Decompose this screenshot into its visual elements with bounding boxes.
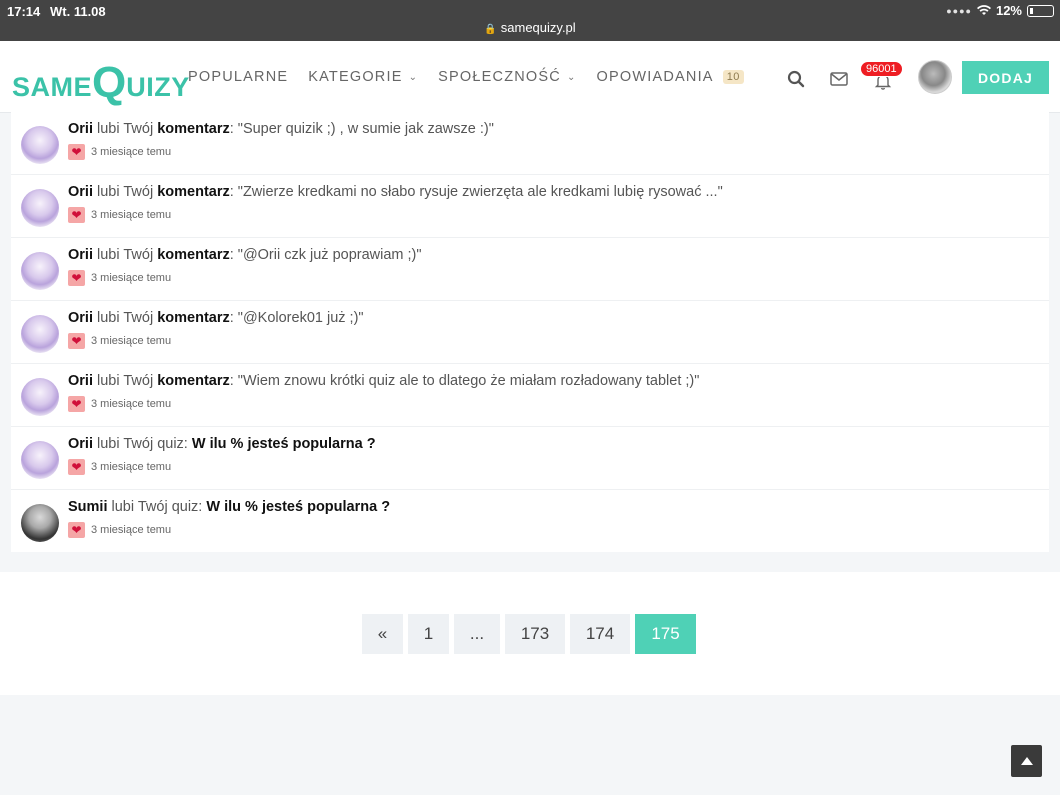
notification-list: Orii lubi Twój komentarz: "Super quizik … [11, 112, 1049, 552]
page-button-175[interactable]: 175 [635, 614, 696, 654]
heart-icon: ❤ [68, 459, 85, 475]
target-link[interactable]: W ilu % jesteś popularna ? [192, 436, 376, 452]
scroll-to-top-button[interactable] [1011, 745, 1042, 777]
user-name[interactable]: Orii [68, 373, 93, 389]
status-bar: 17:14 Wt. 11.08 ●●●● 12% 🔒 samequizy.pl [0, 0, 1060, 41]
user-name[interactable]: Orii [68, 184, 93, 200]
nav-spolecznosc[interactable]: SPOŁECZNOŚĆ ⌄ [438, 69, 576, 85]
lock-icon: 🔒 [484, 24, 497, 35]
list-item[interactable]: Orii lubi Twój komentarz: "Wiem znowu kr… [11, 364, 1049, 427]
chevron-down-icon: ⌄ [566, 71, 577, 83]
opowiadania-badge: 10 [722, 70, 744, 84]
heart-icon: ❤ [68, 522, 85, 538]
target-link[interactable]: komentarz [157, 184, 230, 200]
list-item[interactable]: Sumii lubi Twój quiz: W ilu % jesteś pop… [11, 490, 1049, 553]
heart-icon: ❤ [68, 270, 85, 286]
search-icon[interactable] [784, 67, 808, 91]
list-item[interactable]: Orii lubi Twój komentarz: "Zwierze kredk… [11, 175, 1049, 238]
page-button-1[interactable]: 1 [408, 614, 449, 654]
status-date: Wt. 11.08 [50, 4, 106, 19]
list-item[interactable]: Orii lubi Twój komentarz: "@Orii czk już… [11, 238, 1049, 301]
avatar[interactable] [21, 126, 59, 164]
battery-icon [1027, 4, 1054, 17]
user-name[interactable]: Orii [68, 121, 93, 137]
avatar[interactable] [21, 441, 59, 479]
add-button[interactable]: DODAJ [962, 61, 1049, 94]
target-link[interactable]: komentarz [157, 121, 230, 137]
list-item[interactable]: Orii lubi Twój quiz: W ilu % jesteś popu… [11, 427, 1049, 490]
timestamp: 3 miesiące temu [91, 209, 172, 221]
avatar[interactable] [21, 252, 59, 290]
user-name[interactable]: Orii [68, 310, 93, 326]
page-button-173[interactable]: 173 [505, 614, 565, 654]
target-link[interactable]: komentarz [157, 373, 230, 389]
site-logo[interactable]: SAME Q UIZY [12, 53, 190, 105]
heart-icon: ❤ [68, 207, 85, 223]
page-prev-button[interactable]: « [362, 614, 403, 654]
pagination: « 1 ... 173 174 175 [362, 614, 696, 654]
avatar[interactable] [21, 189, 59, 227]
avatar[interactable] [21, 378, 59, 416]
site-header: SAME Q UIZY POPULARNE KATEGORIE ⌄ SPOŁECZNO… [0, 41, 1060, 113]
chevron-up-icon [1020, 757, 1033, 765]
status-time: 17:14 [7, 4, 41, 19]
nav-popularne[interactable]: POPULARNE [188, 69, 288, 85]
page-button-174[interactable]: 174 [570, 614, 630, 654]
heart-icon: ❤ [68, 396, 85, 412]
user-name[interactable]: Orii [68, 436, 93, 452]
target-link[interactable]: komentarz [157, 247, 230, 263]
notification-count-badge: 96001 [860, 61, 903, 77]
page-ellipsis: ... [454, 614, 500, 654]
address-bar[interactable]: 🔒 samequizy.pl [0, 20, 1060, 35]
signal-icon: ●●●● [946, 5, 972, 16]
timestamp: 3 miesiące temu [91, 398, 172, 410]
target-link[interactable]: W ilu % jesteś popularna ? [206, 499, 390, 515]
timestamp: 3 miesiące temu [91, 146, 172, 158]
target-link[interactable]: komentarz [157, 310, 230, 326]
pagination-section: « 1 ... 173 174 175 [0, 572, 1060, 695]
mail-icon[interactable] [827, 67, 851, 91]
user-name[interactable]: Sumii [68, 499, 107, 515]
user-name[interactable]: Orii [68, 247, 93, 263]
avatar[interactable] [21, 315, 59, 353]
timestamp: 3 miesiące temu [91, 524, 172, 536]
main-nav: POPULARNE KATEGORIE ⌄ SPOŁECZNOŚĆ ⌄ OPOWIA… [188, 41, 764, 113]
heart-icon: ❤ [68, 144, 85, 160]
url-text: samequizy.pl [500, 20, 576, 35]
nav-opowiadania[interactable]: OPOWIADANIA 10 [597, 69, 744, 85]
status-right: ●●●● 12% [946, 3, 1054, 18]
avatar[interactable] [21, 504, 59, 542]
chevron-down-icon: ⌄ [408, 71, 419, 83]
nav-kategorie[interactable]: KATEGORIE ⌄ [308, 69, 418, 85]
list-item[interactable]: Orii lubi Twój komentarz: "Super quizik … [11, 112, 1049, 175]
battery-percent: 12% [995, 3, 1022, 18]
wifi-icon [976, 5, 991, 16]
timestamp: 3 miesiące temu [91, 335, 172, 347]
avatar[interactable] [918, 60, 952, 94]
heart-icon: ❤ [68, 333, 85, 349]
timestamp: 3 miesiące temu [91, 272, 172, 284]
timestamp: 3 miesiące temu [91, 461, 172, 473]
list-item[interactable]: Orii lubi Twój komentarz: "@Kolorek01 ju… [11, 301, 1049, 364]
